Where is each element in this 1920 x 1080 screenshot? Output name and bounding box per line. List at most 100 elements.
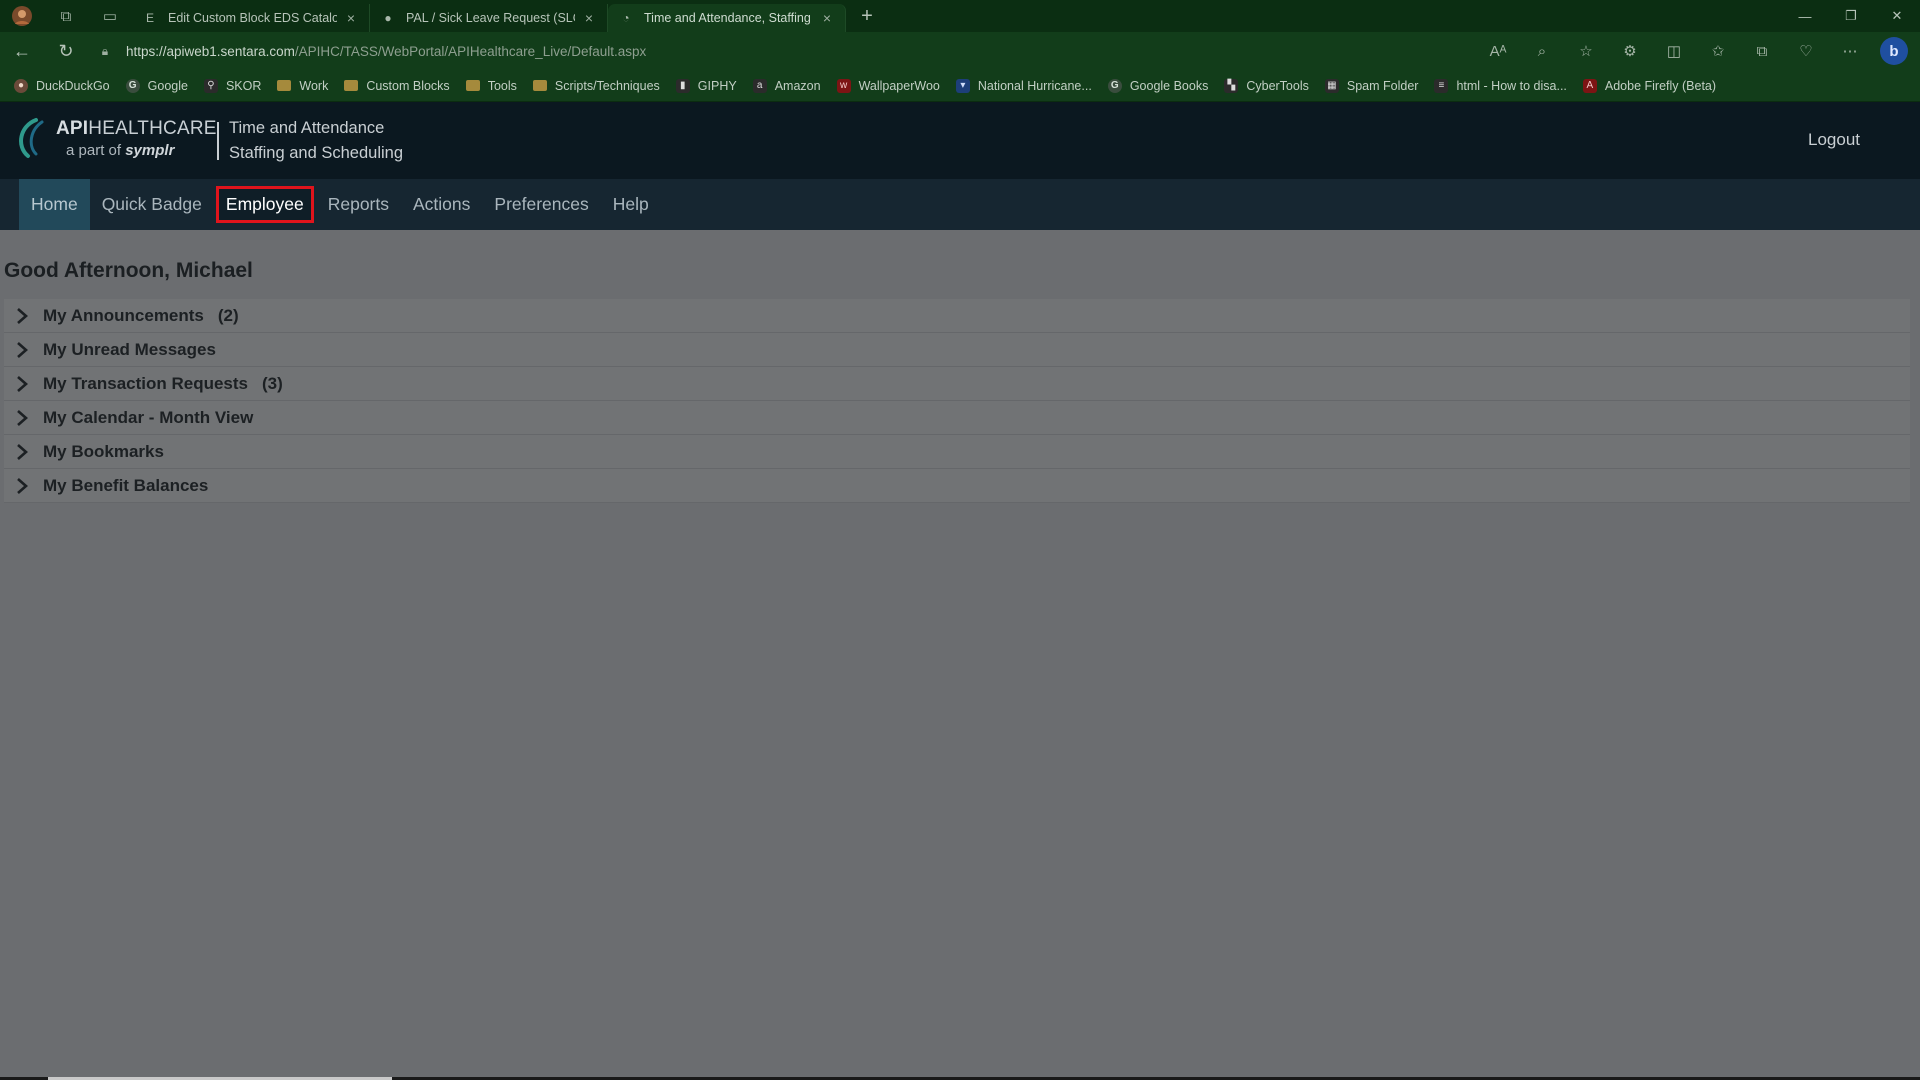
duck-icon: ● (14, 78, 28, 93)
restore-icon[interactable]: ❐ (1828, 0, 1874, 32)
adobe-icon: A (1582, 78, 1597, 93)
close-window-icon[interactable]: ✕ (1874, 0, 1920, 32)
logout-link[interactable]: Logout (1808, 130, 1860, 150)
bookmark-item[interactable]: G Google Books (1107, 78, 1209, 93)
bookmark-folder[interactable]: Work (277, 79, 328, 93)
panel-announcements[interactable]: My Announcements (2) (4, 299, 1910, 333)
bookmark-label: Custom Blocks (366, 78, 450, 93)
window-controls: — ❐ ✕ (1782, 0, 1920, 32)
close-tab-icon[interactable]: × (819, 10, 835, 26)
panel-title: My Announcements (43, 305, 204, 325)
bookmark-item[interactable]: ▚ CyberTools (1224, 78, 1309, 93)
folder-icon (277, 80, 292, 91)
bookmark-item[interactable]: ≡ html - How to disa... (1434, 78, 1567, 93)
chevron-right-icon (4, 375, 40, 392)
back-arrow-icon[interactable]: ← (0, 32, 44, 70)
new-tab-icon[interactable]: + (850, 2, 884, 30)
menu-home[interactable]: Home (19, 179, 90, 230)
bookmark-label: WallpaperWoo (858, 78, 940, 93)
minimize-icon[interactable]: — (1782, 0, 1828, 32)
menu-employee[interactable]: Employee (215, 186, 314, 223)
tab-title: Time and Attendance, Staffing ar (644, 11, 813, 25)
bookmark-item[interactable]: A Adobe Firefly (Beta) (1582, 78, 1717, 93)
bookmark-item[interactable]: ▮ GIPHY (675, 78, 737, 93)
more-menu-icon[interactable]: ⋯ (1828, 42, 1872, 60)
bookmark-label: Spam Folder (1346, 78, 1419, 93)
bing-copilot-icon[interactable]: b (1880, 37, 1908, 65)
browser-profile-avatar-icon[interactable] (0, 0, 44, 32)
bookmark-folder[interactable]: Scripts/Techniques (532, 78, 660, 93)
collections-icon[interactable]: ⧉ (1740, 43, 1784, 60)
close-tab-icon[interactable]: × (343, 10, 359, 26)
url-input[interactable]: 🔒︎ https://apiweb1.sentara.com/APIHC/TAS… (94, 36, 1574, 66)
dashboard-panels: My Announcements (2) My Unread Messages … (4, 299, 1910, 503)
browser-tab[interactable]: ● PAL / Sick Leave Request (SLOTH × (370, 4, 608, 32)
logo-sub-prefix: a part of (66, 141, 122, 159)
address-bar: ← ↻ 🔒︎ https://apiweb1.sentara.com/APIHC… (0, 32, 1920, 70)
chevron-right-icon (4, 307, 40, 324)
browser-tab-active[interactable]: ◔ Time and Attendance, Staffing ar × (608, 4, 846, 32)
favorite-star-icon[interactable]: ☆ (1564, 42, 1608, 60)
url-path: /APIHC/TASS/WebPortal/APIHealthcare_Live… (294, 43, 647, 59)
menu-reports[interactable]: Reports (316, 179, 401, 230)
browser-essentials-icon[interactable]: ♡ (1784, 42, 1828, 60)
bookmark-label: Adobe Firefly (Beta) (1604, 78, 1717, 93)
bookmark-label: SKOR (225, 78, 262, 93)
giphy-icon: ▮ (675, 78, 690, 93)
panel-transaction-requests[interactable]: My Transaction Requests (3) (4, 367, 1910, 401)
bookmark-item[interactable]: ▾ National Hurricane... (955, 78, 1092, 93)
chevron-right-icon (4, 477, 40, 494)
folder-icon (465, 80, 480, 91)
menu-actions[interactable]: Actions (401, 179, 482, 230)
panel-benefit-balances[interactable]: My Benefit Balances (4, 469, 1910, 503)
zoom-icon[interactable]: ⌕ (1520, 43, 1564, 60)
bookmark-label: html - How to disa... (1456, 78, 1567, 93)
bookmark-label: GIPHY (697, 78, 737, 93)
menu-preferences[interactable]: Preferences (482, 179, 600, 230)
bookmark-label: Scripts/Techniques (554, 78, 660, 93)
panel-unread-messages[interactable]: My Unread Messages (4, 333, 1910, 367)
browser-tab[interactable]: E Edit Custom Block EDS Catalog U × (132, 4, 370, 32)
bookmark-item[interactable]: G Google (125, 78, 188, 93)
bookmark-folder[interactable]: Custom Blocks (344, 78, 450, 93)
bookmarks-bar: ● DuckDuckGo G Google ⚲ SKOR Work Custom Bl… (0, 70, 1920, 102)
wallpaper-icon: w (836, 78, 851, 93)
google-icon: G (125, 78, 140, 93)
panel-title: My Calendar - Month View (43, 407, 254, 427)
favorites-icon[interactable]: ✩ (1696, 42, 1740, 60)
panel-count: (2) (217, 305, 239, 325)
read-aloud-icon[interactable]: Aᴬ (1476, 43, 1520, 60)
chevron-right-icon (4, 341, 40, 358)
workspaces-icon[interactable]: ⧉ (44, 0, 88, 32)
app-title: Time and Attendance Staffing and Schedul… (229, 116, 403, 166)
split-screen-icon[interactable]: ◫ (1652, 42, 1696, 60)
skor-icon: ⚲ (203, 78, 218, 93)
close-tab-icon[interactable]: × (581, 10, 597, 26)
google-icon: G (1107, 78, 1122, 93)
bookmark-folder[interactable]: Tools (465, 79, 517, 93)
bookmark-label: Google Books (1129, 78, 1209, 93)
tab-title: Edit Custom Block EDS Catalog U (168, 11, 337, 25)
menu-help[interactable]: Help (601, 179, 661, 230)
cybertools-icon: ▚ (1224, 78, 1239, 93)
panel-bookmarks[interactable]: My Bookmarks (4, 435, 1910, 469)
bookmark-item[interactable]: a Amazon (752, 78, 821, 93)
browser-toolbar: Aᴬ ⌕ ☆ ⚙ ◫ ✩ ⧉ ♡ ⋯ b (1476, 32, 1920, 70)
panel-calendar-month-view[interactable]: My Calendar - Month View (4, 401, 1910, 435)
menu-quick-badge[interactable]: Quick Badge (90, 179, 214, 230)
bookmark-item[interactable]: ▦ Spam Folder (1324, 78, 1419, 93)
bookmark-label: Work (299, 78, 329, 93)
folder-icon (344, 80, 359, 91)
bookmark-item[interactable]: ● DuckDuckGo (14, 78, 110, 93)
panel-title: My Bookmarks (43, 441, 164, 461)
tab-actions-icon[interactable]: ▭ (88, 0, 132, 32)
refresh-icon[interactable]: ↻ (44, 32, 88, 70)
bookmark-item[interactable]: ⚲ SKOR (203, 78, 262, 93)
extensions-icon[interactable]: ⚙ (1608, 42, 1652, 60)
main-menu: Home Quick Badge Employee Reports Action… (0, 179, 1920, 230)
bookmark-label: National Hurricane... (977, 78, 1092, 93)
browser-tab-bar: ⧉ ▭ E Edit Custom Block EDS Catalog U × … (0, 0, 1920, 32)
spam-icon: ▦ (1324, 78, 1339, 93)
bookmark-item[interactable]: w WallpaperWoo (836, 78, 940, 93)
chevron-right-icon (4, 443, 40, 460)
